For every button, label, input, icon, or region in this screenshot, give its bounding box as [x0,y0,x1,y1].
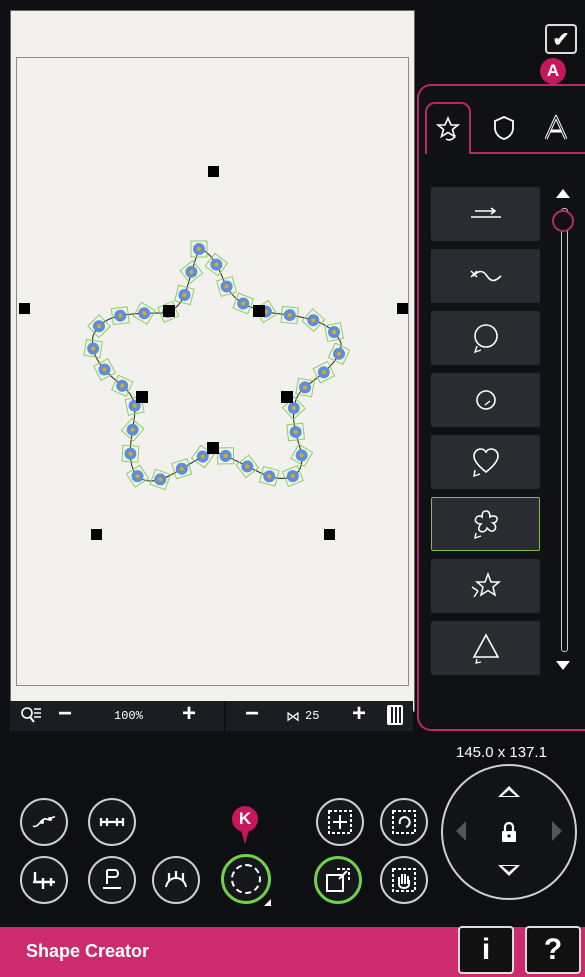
stitch-flower [280,305,299,325]
lock-icon[interactable] [501,821,517,843]
stitch-flower [295,377,315,398]
shape-small-circle-button[interactable] [431,373,540,427]
stitch-flower [324,322,344,343]
scroll-thumb[interactable] [552,210,574,232]
stitch-flower [121,444,140,463]
move-down-arrow-inner [502,866,516,872]
shape-flower-button[interactable] [431,497,540,551]
scroll-up-arrow[interactable] [556,189,570,198]
callout-a: A [540,58,566,84]
star-rotate-icon [435,115,461,141]
zoom-in-button[interactable]: + [182,700,196,728]
embroidery-canvas[interactable] [10,10,415,712]
shape-wave-button[interactable] [431,249,540,303]
stitch-flower [171,458,193,480]
scroll-down-arrow[interactable] [556,661,570,670]
triangle-icon [472,633,499,664]
tab-underline [469,152,585,154]
callout-k-pointer [241,830,249,844]
tab-shield[interactable] [485,110,523,146]
toolbar-divider [224,701,226,731]
confirm-button[interactable]: ✔ [545,24,577,54]
align-button[interactable] [20,856,68,904]
shape-outline-button[interactable] [221,854,271,904]
stitch-flower [110,306,130,326]
star-design[interactable] [11,11,414,711]
arc-button[interactable] [152,856,200,904]
scroll-track[interactable] [561,208,568,652]
letter-a-icon [544,115,568,140]
center-design-button[interactable] [316,798,364,846]
stitch-flower [216,275,238,297]
stitch-flower [216,447,235,465]
mirror-icon [103,869,121,889]
stitch-flower [327,342,351,366]
scale-icon [326,868,350,892]
small-circle-icon [475,390,496,410]
center-icon [328,810,352,834]
move-up-arrow-inner [502,790,516,796]
curve-point-button[interactable] [20,798,68,846]
wave-icon [470,270,502,282]
zoom-level: 100% [114,709,143,723]
page-title: Shape Creator [26,941,150,961]
shape-heart-button[interactable] [431,435,540,489]
shape-triangle-button[interactable] [431,621,540,675]
repeat-count: 25 [305,709,320,723]
stitch-flower [179,259,204,284]
dotted-circle-icon [231,864,261,894]
circle-icon [473,324,498,354]
stitch-flower [258,465,280,487]
info-button[interactable]: i [458,926,514,974]
shape-circle-button[interactable] [431,311,540,365]
check-icon: ✔ [552,28,570,51]
stitch-flower [286,422,306,442]
stitch-flower [301,308,326,333]
line-icon [470,207,501,218]
callout-k: K [232,806,258,832]
stitch-flower [83,338,103,359]
stitch-flower [232,292,255,315]
tab-text[interactable] [537,110,575,146]
stitch-flower [149,468,172,491]
shape-line-button[interactable] [431,187,540,241]
shape-outline-corner [264,899,271,906]
repeat-plus-button[interactable]: + [352,700,366,728]
arc-icon [165,871,187,888]
pan-design-button[interactable] [380,856,428,904]
stitch-flower [86,314,112,339]
help-button[interactable]: ? [525,926,581,974]
stitch-flower [204,252,229,277]
dimensions-readout: 145.0 x 137.1 [456,744,547,761]
repeat-minus-button[interactable]: − [245,700,259,728]
stitch-flower [120,417,145,442]
stitch-flower [190,240,208,258]
scale-design-button[interactable] [314,856,362,904]
mirror-button[interactable] [88,856,136,904]
stitch-flower [125,464,150,488]
rotate-icon [392,810,416,834]
stitch-flower [174,284,195,306]
zoom-fit-icon[interactable] [20,706,42,726]
tab-shapes[interactable] [429,110,467,146]
zoom-out-button[interactable]: − [58,700,72,728]
tab-bar [425,102,585,154]
calculator-icon[interactable] [387,705,403,725]
hand-icon [392,868,416,892]
move-right-arrow[interactable] [552,821,562,841]
butterfly-icon: ⋈ [286,708,300,724]
curve-icon [32,816,56,828]
star-icon [471,571,501,598]
stitch-flower [235,454,260,479]
rotate-design-button[interactable] [380,798,428,846]
flower-icon [473,510,498,540]
spacing-button[interactable] [88,798,136,846]
spacing-icon [99,818,125,826]
shield-icon [494,116,514,140]
align-icon [33,872,55,889]
shape-star-button[interactable] [431,559,540,613]
heart-icon [472,448,499,478]
move-left-arrow[interactable] [456,821,466,841]
